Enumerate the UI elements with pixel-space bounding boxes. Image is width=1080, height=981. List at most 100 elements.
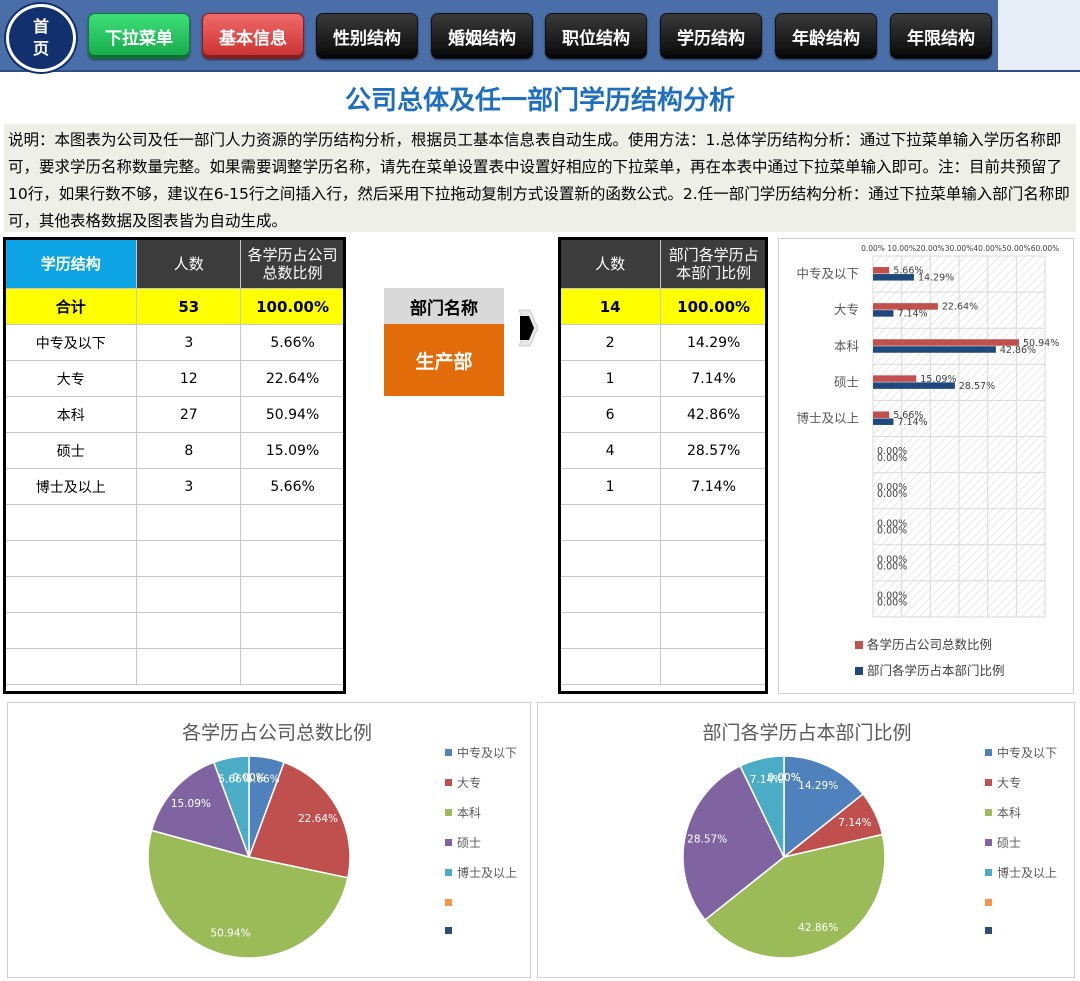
nav-tenure-structure-button[interactable]: 年限结构 xyxy=(890,13,992,59)
education-cell[interactable] xyxy=(3,576,138,613)
education-cell[interactable] xyxy=(3,612,138,649)
table-row xyxy=(558,648,767,685)
dept-pie-panel: 部门各学历占本部门比例 14.29% 7.14% 42.86% 28.57% 7.14% 0… xyxy=(537,702,1075,978)
legend-label: 硕士 xyxy=(997,836,1021,850)
education-cell[interactable] xyxy=(3,648,138,685)
legend-label: 大专 xyxy=(997,775,1021,790)
legend-label: 硕士 xyxy=(457,836,481,850)
dept-ratio-bar xyxy=(873,418,894,425)
x-tick-label: 10.00% xyxy=(887,244,916,253)
education-cell[interactable]: 博士及以上 xyxy=(3,468,138,505)
x-tick-label: 20.00% xyxy=(916,244,945,253)
count-cell xyxy=(136,576,242,613)
nav-gender-structure-button[interactable]: 性别结构 xyxy=(316,13,418,59)
nav-marriage-structure-button[interactable]: 婚姻结构 xyxy=(431,13,533,59)
bar-chart-panel: 0.00% 10.00% 20.00% 30.00% 40.00% 50.00% 60.00… xyxy=(778,238,1074,694)
table-row xyxy=(3,648,345,685)
table-row: 1 7.14% xyxy=(558,468,767,505)
legend-swatch xyxy=(445,749,452,756)
x-tick-label: 60.00% xyxy=(1031,244,1060,253)
dept-count-cell: 1 xyxy=(558,468,662,505)
x-tick-label: 0.00% xyxy=(861,244,885,253)
pie-data-label: 42.86% xyxy=(798,922,838,934)
legend-swatch xyxy=(985,927,992,934)
ratio-cell: 15.09% xyxy=(240,432,345,469)
description-text: 说明：本图表为公司及任一部门人力资源的学历结构分析，根据员工基本信息表自动生成。… xyxy=(4,124,1076,232)
company-ratio-bar xyxy=(873,267,890,274)
table-row: 硕士 8 15.09% xyxy=(3,432,345,469)
dept-ratio-cell xyxy=(660,612,767,649)
education-cell[interactable]: 本科 xyxy=(3,396,138,433)
company-ratio-bar xyxy=(873,339,1020,346)
nav-position-structure-button[interactable]: 职位结构 xyxy=(545,13,647,59)
table-row: 大专 12 22.64% xyxy=(3,360,345,397)
table-row xyxy=(558,504,767,541)
dept-ratio-cell xyxy=(660,540,767,577)
data-label: 14.29% xyxy=(918,273,954,284)
legend-swatch xyxy=(445,839,452,846)
dept-ratio-cell: 28.57% xyxy=(660,432,767,469)
nav-dropdown-menu-button[interactable]: 下拉菜单 xyxy=(88,13,190,59)
nav-education-structure-button[interactable]: 学历结构 xyxy=(660,13,762,59)
pie-data-label: 0.00% xyxy=(232,772,265,784)
arrow-right-icon xyxy=(518,309,539,347)
pie-title: 部门各学历占本部门比例 xyxy=(702,722,911,744)
dept-header-count: 人数 xyxy=(558,238,662,289)
ratio-cell: 22.64% xyxy=(240,360,345,397)
nav-age-structure-button[interactable]: 年龄结构 xyxy=(775,13,877,59)
dept-total-count: 14 xyxy=(558,288,662,325)
dept-count-cell: 2 xyxy=(558,324,662,361)
dept-ratio-cell xyxy=(660,648,767,685)
bar-chart: 0.00% 10.00% 20.00% 30.00% 40.00% 50.00% 60.00… xyxy=(796,244,1060,678)
ratio-cell xyxy=(240,576,345,613)
category-label: 本科 xyxy=(834,338,860,353)
table-row xyxy=(3,612,345,649)
education-cell[interactable] xyxy=(3,540,138,577)
count-cell xyxy=(136,504,242,541)
data-label: 0.00% xyxy=(877,525,907,536)
home-button[interactable]: 首 页 xyxy=(6,4,76,72)
pie-data-label: 0.00% xyxy=(767,772,800,784)
dept-ratio-cell xyxy=(660,504,767,541)
dept-ratio-cell xyxy=(660,576,767,613)
company-ratio-bar xyxy=(873,411,890,418)
pie-data-label: 50.94% xyxy=(210,928,250,940)
legend-swatch xyxy=(445,899,452,906)
nav-basic-info-button[interactable]: 基本信息 xyxy=(202,13,304,59)
ratio-cell: 5.66% xyxy=(240,324,345,361)
department-dropdown[interactable]: 生产部 xyxy=(384,324,504,396)
legend-swatch xyxy=(855,667,863,675)
home-label-top: 首 xyxy=(32,17,49,36)
education-cell[interactable] xyxy=(3,504,138,541)
dept-count-cell: 4 xyxy=(558,432,662,469)
count-cell: 3 xyxy=(136,468,242,505)
legend-label: 博士及以上 xyxy=(457,865,517,880)
ratio-cell: 50.94% xyxy=(240,396,345,433)
table-row: 4 28.57% xyxy=(558,432,767,469)
total-label[interactable]: 合计 xyxy=(3,288,138,325)
ratio-cell: 5.66% xyxy=(240,468,345,505)
legend-label: 各学历占公司总数比例 xyxy=(867,637,992,652)
dept-count-cell xyxy=(558,648,662,685)
education-cell[interactable]: 中专及以下 xyxy=(3,324,138,361)
category-label: 硕士 xyxy=(834,374,859,389)
table-row xyxy=(558,576,767,613)
count-cell: 12 xyxy=(136,360,242,397)
dept-count-cell: 6 xyxy=(558,396,662,433)
total-count: 53 xyxy=(136,288,242,325)
legend-swatch xyxy=(855,641,863,649)
data-label: 7.14% xyxy=(897,417,927,428)
data-label: 0.00% xyxy=(877,561,907,572)
pie-data-label: 14.29% xyxy=(798,780,838,792)
company-pie-chart: 各学历占公司总数比例5.66%22.64%50.94%15.09%5.66%0.… xyxy=(147,722,517,959)
count-cell: 3 xyxy=(136,324,242,361)
education-cell[interactable]: 硕士 xyxy=(3,432,138,469)
ratio-cell xyxy=(240,648,345,685)
table-row: 2 14.29% xyxy=(558,324,767,361)
education-cell[interactable]: 大专 xyxy=(3,360,138,397)
count-cell xyxy=(136,612,242,649)
department-education-table: 人数 部门各学历占本部门比例 14 100.00% 2 14.29% 1 7.14% 6… xyxy=(558,238,767,685)
dept-count-cell xyxy=(558,504,662,541)
table-row xyxy=(558,540,767,577)
top-nav-bar: 首 页 下拉菜单 基本信息 性别结构 婚姻结构 职位结构 学历结构 年龄结构 年… xyxy=(0,0,1080,72)
